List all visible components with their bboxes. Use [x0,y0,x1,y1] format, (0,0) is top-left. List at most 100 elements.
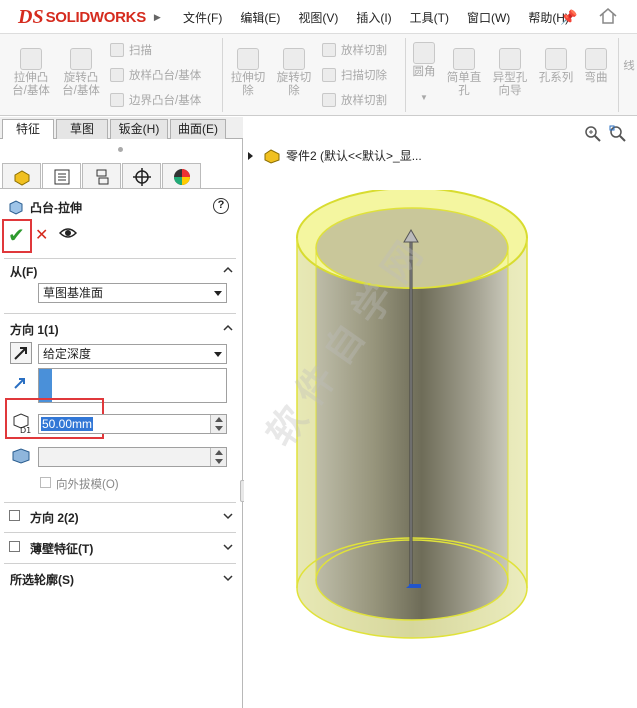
tab-sheet-metal[interactable]: 钣金(H) [110,119,168,139]
direction1-section-header[interactable]: 方向 1(1) [0,318,243,338]
tab-property-manager[interactable] [42,163,81,189]
draft-outward-label: 向外拔模(O) [56,479,119,491]
menu-file[interactable]: 文件(F) [174,9,231,26]
command-tabs: 特征 草图 钣金(H) 曲面(E) [0,117,243,140]
feature-title: 凸台-拉伸 [8,197,82,217]
depth-spinner[interactable] [210,415,226,433]
sweep-button[interactable]: 扫描 [110,42,152,58]
from-section-header[interactable]: 从(F) [0,260,243,280]
hole-wizard-button[interactable]: 异型孔 向导 [488,48,532,98]
direction2-checkbox[interactable] [9,510,20,521]
bend-button[interactable]: 弯曲 [580,48,612,85]
reverse-direction-icon [14,347,27,360]
revolve-boss-label: 旋转凸 台/基体 [62,72,100,97]
part-icon [264,148,280,164]
spin-up-icon[interactable] [215,417,223,422]
revolve-boss-icon [70,48,92,70]
toolbar-divider [405,38,406,112]
draft-angle-input[interactable] [38,447,227,467]
selected-contours-title: 所选轮廓(S) [10,573,74,587]
extrude-boss-icon [20,48,42,70]
part-name-label: 零件2 (默认<<默认>_显... [286,149,422,163]
solidworks-logo[interactable]: DS SOLIDWORKS ▶ [18,4,161,30]
chevron-down-icon[interactable] [222,541,234,553]
menu-insert[interactable]: 插入(I) [347,9,400,26]
expand-arrow-icon[interactable] [248,151,253,160]
ds-logo-mark: DS [18,5,44,28]
extrude-boss-label: 拉伸凸 台/基体 [12,72,50,97]
tab-sketch[interactable]: 草图 [56,119,108,139]
chevron-down-icon[interactable] [222,572,234,584]
spin-down-icon[interactable] [215,459,223,464]
fillet-dropdown-icon[interactable]: ▼ [410,91,438,104]
command-manager-toolbar: 拉伸凸 台/基体 旋转凸 台/基体 扫描 放样凸台/基体 边界凸台/基体 拉伸切除 … [0,34,637,116]
boundary-boss-button[interactable]: 边界凸台/基体 [110,92,201,108]
draft-spinner[interactable] [210,448,226,466]
tab-dimxpert[interactable] [122,163,161,189]
feature-tree-icon [14,170,30,186]
tab-configuration-manager[interactable] [82,163,121,189]
loft-boss-button[interactable]: 放样凸台/基体 [110,67,201,83]
extrude-feature-icon [9,200,23,215]
help-icon[interactable]: ? [213,198,229,214]
boundary-cut-button[interactable]: 放样切割 [322,92,387,108]
feature-title-label: 凸台-拉伸 [30,200,82,215]
tab-features[interactable]: 特征 [2,119,54,140]
fillet-icon [413,42,435,64]
loft-cut-icon [322,43,336,57]
chevron-up-icon[interactable] [222,322,234,334]
boundary-boss-icon [110,93,124,107]
depth-input[interactable]: 50.00mm [38,414,227,434]
draft-icon [12,448,30,464]
svg-text:D1: D1 [20,426,31,435]
extrude-boss-button[interactable]: 拉伸凸 台/基体 [8,48,54,98]
menu-edit[interactable]: 编辑(E) [231,9,289,26]
draft-toggle-button[interactable] [10,446,32,468]
home-icon[interactable] [597,5,619,27]
divider [4,563,236,564]
tab-feature-tree[interactable] [2,163,41,189]
wrap-button[interactable]: 线 [622,60,636,73]
reverse-direction-button[interactable] [10,342,32,364]
fillet-button[interactable]: 圆角 ▼ [410,42,438,104]
cancel-x-icon[interactable]: ✕ [35,225,48,245]
spin-down-icon[interactable] [215,426,223,431]
chevron-down-icon[interactable] [222,510,234,522]
zoom-to-fit-icon[interactable] [584,125,602,143]
menu-view[interactable]: 视图(V) [289,9,347,26]
spin-up-icon[interactable] [215,450,223,455]
tab-surfaces[interactable]: 曲面(E) [170,119,226,139]
extrude-cut-button[interactable]: 拉伸切除 [226,48,270,98]
draft-outward-checkbox[interactable] [40,477,51,488]
panel-drag-handle[interactable] [118,147,123,152]
extrude-cut-icon [237,48,259,70]
thin-feature-section-header[interactable]: 薄壁特征(T) [0,537,243,557]
toolbar-divider [222,38,223,112]
hole-series-button[interactable]: 孔系列 [534,48,578,85]
revolve-cut-button[interactable]: 旋转切除 [272,48,316,98]
feature-tree-flyout[interactable]: 零件2 (默认<<默认>_显... [248,147,422,164]
menu-window[interactable]: 窗口(W) [458,9,519,26]
menu-tools[interactable]: 工具(T) [401,9,458,26]
end-condition-select[interactable]: 给定深度 [38,344,227,364]
zoom-area-icon[interactable] [609,125,627,143]
loft-cut-button[interactable]: 放样切割 [322,42,387,58]
preview-eye-icon[interactable] [59,227,77,239]
revolve-boss-button[interactable]: 旋转凸 台/基体 [58,48,104,98]
chevron-up-icon[interactable] [222,264,234,276]
hole-wizard-icon [499,48,521,70]
hole-wizard-label: 异型孔 向导 [492,72,528,97]
thin-feature-checkbox[interactable] [9,541,20,552]
tab-display-manager[interactable] [162,163,201,189]
simple-hole-button[interactable]: 简单直孔 [442,48,486,98]
from-select[interactable]: 草图基准面 [38,283,227,303]
logo-chevron-icon[interactable]: ▶ [154,12,161,23]
brand-name: SOLIDWORKS [45,8,147,26]
sweep-cut-icon [322,68,336,82]
direction2-section-header[interactable]: 方向 2(2) [0,506,243,526]
ok-check-icon[interactable]: ✔ [8,223,25,248]
pin-icon[interactable]: 📌 [560,9,577,26]
depth-value: 50.00mm [41,417,94,431]
selected-contours-section-header[interactable]: 所选轮廓(S) [0,568,243,588]
sweep-cut-button[interactable]: 扫描切除 [322,67,387,83]
